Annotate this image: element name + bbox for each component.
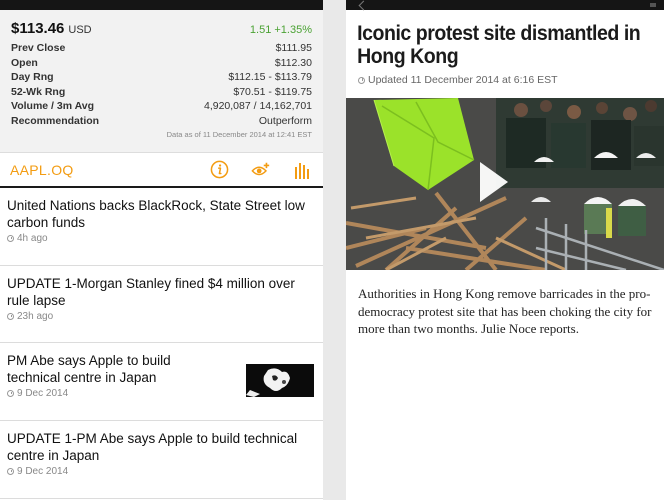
news-time-row: 9 Dec 2014 bbox=[7, 466, 316, 477]
stat-value: $70.51 - $119.75 bbox=[233, 85, 312, 98]
stat-recommendation: Recommendation Outperform bbox=[11, 114, 312, 129]
news-item[interactable]: UPDATE 1-Morgan Stanley fined $4 million… bbox=[0, 266, 323, 343]
stat-52wk-range: 52-Wk Rng $70.51 - $119.75 bbox=[11, 85, 312, 100]
video-player[interactable] bbox=[346, 98, 664, 270]
news-title: PM Abe says Apple to build technical cen… bbox=[7, 353, 171, 385]
clock-icon bbox=[7, 235, 14, 242]
article-screen: Iconic protest site dismantled in Hong K… bbox=[346, 0, 664, 500]
news-time: 4h ago bbox=[17, 233, 48, 244]
status-bar bbox=[346, 0, 664, 11]
stats-list: Prev Close $111.95 Open $112.30 Day Rng $11… bbox=[11, 41, 312, 128]
news-time: 9 Dec 2014 bbox=[17, 466, 69, 477]
stat-value: Outperform bbox=[258, 114, 312, 127]
article-updated-row: Updated 11 December 2014 at 6:16 EST bbox=[346, 68, 664, 86]
news-title: United Nations backs BlackRock, State St… bbox=[7, 198, 305, 230]
stat-label: 52-Wk Rng bbox=[11, 85, 66, 98]
quote-panel: $113.46 USD 1.51 +1.35% Prev Close $111.95… bbox=[0, 10, 323, 152]
news-time-row: 4h ago bbox=[7, 233, 316, 244]
news-time: 9 Dec 2014 bbox=[17, 388, 69, 399]
news-time-row: 23h ago bbox=[7, 311, 316, 322]
stat-prev-close: Prev Close $111.95 bbox=[11, 41, 312, 56]
clock-icon bbox=[358, 76, 365, 84]
news-title: UPDATE 1-Morgan Stanley fined $4 million… bbox=[7, 276, 295, 308]
stat-label: Prev Close bbox=[11, 42, 66, 54]
article-updated: Updated 11 December 2014 at 6:16 EST bbox=[368, 74, 558, 86]
news-item[interactable]: PM Abe says Apple to build technical cen… bbox=[0, 343, 323, 421]
stat-value: $111.95 bbox=[275, 42, 312, 54]
clock-icon bbox=[7, 390, 14, 397]
chart-icon[interactable] bbox=[293, 160, 313, 180]
ticker-bar: AAPL.OQ bbox=[0, 152, 323, 188]
stat-value: $112.30 bbox=[274, 56, 312, 69]
ticker-symbol[interactable]: AAPL.OQ bbox=[10, 162, 187, 178]
clock-icon bbox=[7, 468, 14, 475]
news-item[interactable]: UPDATE 1-PM Abe says Apple to build tech… bbox=[0, 421, 323, 499]
price-row: $113.46 USD 1.51 +1.35% bbox=[11, 20, 312, 38]
stat-value: $112.15 - $113.79 bbox=[228, 71, 312, 83]
info-icon[interactable] bbox=[209, 160, 229, 180]
news-list: United Nations backs BlackRock, State St… bbox=[0, 188, 323, 499]
watchlist-add-icon[interactable] bbox=[251, 160, 271, 180]
stat-label: Open bbox=[11, 56, 38, 69]
status-indicator-icon bbox=[650, 3, 656, 7]
stat-open: Open $112.30 bbox=[11, 56, 312, 71]
stat-volume: Volume / 3m Avg 4,920,087 / 14,162,701 bbox=[11, 99, 312, 114]
stat-day-range: Day Rng $112.15 - $113.79 bbox=[11, 70, 312, 85]
price-block: $113.46 USD bbox=[11, 20, 92, 38]
article-body: Authorities in Hong Kong remove barricad… bbox=[358, 286, 652, 336]
stat-label: Recommendation bbox=[11, 114, 100, 127]
back-chevron-icon bbox=[358, 0, 369, 11]
stat-label: Volume / 3m Avg bbox=[11, 100, 95, 112]
news-item[interactable]: United Nations backs BlackRock, State St… bbox=[0, 188, 323, 266]
data-as-of: Data as of 11 December 2014 at 12:41 EST bbox=[166, 130, 312, 139]
clock-icon bbox=[7, 313, 14, 320]
play-icon[interactable] bbox=[480, 162, 508, 202]
status-bar bbox=[0, 0, 323, 10]
news-title: UPDATE 1-PM Abe says Apple to build tech… bbox=[7, 431, 298, 463]
news-time: 23h ago bbox=[17, 311, 54, 322]
news-thumbnail[interactable] bbox=[246, 364, 314, 397]
stat-value: 4,920,087 / 14,162,701 bbox=[203, 100, 312, 112]
stock-screen: $113.46 USD 1.51 +1.35% Prev Close $111.95… bbox=[0, 0, 323, 500]
article-title: Iconic protest site dismantled in Hong K… bbox=[357, 22, 641, 68]
stock-price: $113.46 bbox=[11, 20, 65, 37]
stat-label: Day Rng bbox=[11, 71, 54, 83]
stock-currency: USD bbox=[68, 24, 92, 36]
price-change: 1.51 +1.35% bbox=[249, 24, 312, 36]
